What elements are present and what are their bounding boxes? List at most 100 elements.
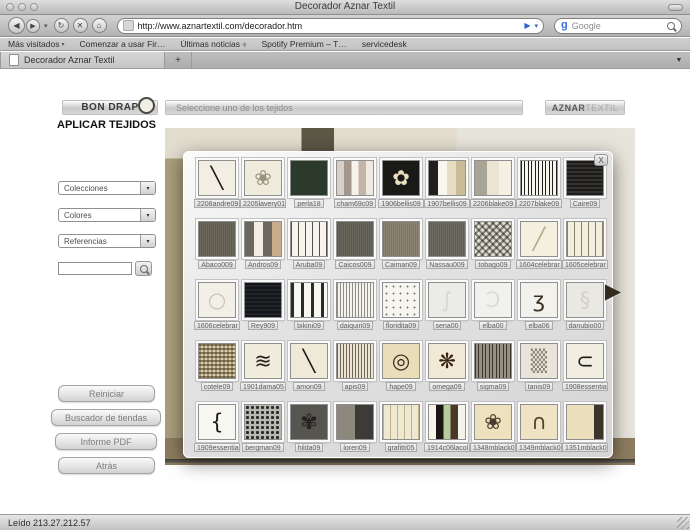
forward-button[interactable]: ▶ (26, 19, 40, 33)
swatch-thumbnail[interactable]: ▒ (520, 343, 558, 379)
buscador-de-tiendas-button[interactable]: Buscador de tiendas (51, 409, 161, 426)
swatch-thumbnail[interactable] (290, 282, 328, 318)
swatch-1351mblack0[interactable]: 1351mblack0 (562, 404, 608, 452)
swatch-Andros09[interactable]: Andros09 (240, 221, 286, 269)
swatch-thumbnail[interactable] (520, 160, 558, 196)
swatch-tobago09[interactable]: tobago09 (470, 221, 516, 269)
chevron-down-icon[interactable]: ▾ (140, 182, 155, 194)
swatch-thumbnail[interactable]: ✿ (382, 160, 420, 196)
swatch-1605celebrar[interactable]: 1605celebrar (562, 221, 608, 269)
swatch-1604celebrar[interactable]: ╱1604celebrar (516, 221, 562, 269)
swatch-Caiman09[interactable]: Caiman09 (378, 221, 424, 269)
swatch-thumbnail[interactable] (428, 404, 466, 440)
swatch-thumbnail[interactable]: ╲ (290, 343, 328, 379)
search-icon[interactable] (667, 22, 675, 30)
swatch-thumbnail[interactable]: ╲ (198, 160, 236, 196)
swatch-1606celebrar[interactable]: ○1606celebrar (194, 282, 240, 330)
swatch-thumbnail[interactable] (244, 282, 282, 318)
swatch-thumbnail[interactable]: ✾ (290, 404, 328, 440)
swatch-thumbnail[interactable] (290, 221, 328, 257)
search-button[interactable] (135, 261, 152, 276)
bookmark-comenzar[interactable]: Comenzar a usar Fir… (80, 39, 166, 49)
swatch-thumbnail[interactable] (474, 160, 512, 196)
swatch-thumbnail[interactable]: ❀ (244, 160, 282, 196)
swatch-thumbnail[interactable]: Ɔ (474, 282, 512, 318)
go-icon[interactable]: ▶ (524, 21, 530, 30)
swatch-1914c06lacol[interactable]: 1914c06lacol (424, 404, 470, 452)
swatch-thumbnail[interactable] (566, 404, 604, 440)
swatch-omega09[interactable]: ❋omega09 (424, 343, 470, 391)
swatch-2208andre09[interactable]: ╲2208andre09 (194, 160, 240, 208)
history-caret-icon[interactable]: ▾ (44, 22, 48, 30)
search-engine-label[interactable]: Google (572, 21, 663, 31)
toolbar-toggle-button[interactable] (668, 4, 683, 11)
swatch-Aruba09[interactable]: Aruba09 (286, 221, 332, 269)
search-bar[interactable]: g Google (554, 18, 682, 34)
resize-grip[interactable] (677, 517, 689, 529)
swatch-thumbnail[interactable]: ╱ (520, 221, 558, 257)
swatch-thumbnail[interactable] (474, 221, 512, 257)
url-dropdown-icon[interactable]: ▾ (534, 22, 538, 30)
swatch-sena00[interactable]: ∫sena00 (424, 282, 470, 330)
swatch-thumbnail[interactable] (198, 343, 236, 379)
swatch-1908essentia[interactable]: ⊂1908essentia (562, 343, 608, 391)
chevron-down-icon[interactable]: ▾ (140, 235, 155, 247)
swatch-cham69c09[interactable]: cham69c09 (332, 160, 378, 208)
bookmark-mas-visitados[interactable]: Más visitados▾ (8, 39, 65, 49)
swatch-danubio00[interactable]: §danubio00 (562, 282, 608, 330)
swatch-thumbnail[interactable]: ∫ (428, 282, 466, 318)
swatch-1348mblack0[interactable]: ❀1348mblack0 (470, 404, 516, 452)
url-bar[interactable]: http://www.aznartextil.com/decorador.htm… (117, 18, 544, 34)
swatch-Rey909[interactable]: Rey909 (240, 282, 286, 330)
new-tab-button[interactable]: + (165, 52, 192, 68)
swatch-thumbnail[interactable] (336, 221, 374, 257)
swatch-hape09[interactable]: ◎hape09 (378, 343, 424, 391)
list-all-tabs-icon[interactable]: ▼ (668, 52, 690, 68)
dropdown-colecciones[interactable]: Colecciones ▾ (58, 181, 156, 195)
swatch-thumbnail[interactable] (382, 282, 420, 318)
swatch-cotele09[interactable]: cotele09 (194, 343, 240, 391)
atras-button[interactable]: Atrás (58, 457, 155, 474)
next-page-icon[interactable]: ▶ (605, 279, 621, 304)
swatch-thumbnail[interactable]: ⊂ (566, 343, 604, 379)
swatch-thumbnail[interactable] (428, 221, 466, 257)
swatch-thumbnail[interactable]: ∩ (520, 404, 558, 440)
swatch-grafitti05[interactable]: grafitti05 (378, 404, 424, 452)
swatch-elba06[interactable]: ʒelba06 (516, 282, 562, 330)
swatch-2205lavery01[interactable]: ❀2205lavery01 (240, 160, 286, 208)
swatch-thumbnail[interactable]: § (566, 282, 604, 318)
swatch-thumbnail[interactable]: ◎ (382, 343, 420, 379)
swatch-thumbnail[interactable] (428, 160, 466, 196)
swatch-thumbnail[interactable]: ❋ (428, 343, 466, 379)
swatch-floridita09[interactable]: floridita09 (378, 282, 424, 330)
swatch-Caire09[interactable]: Caire09 (562, 160, 608, 208)
swatch-sigma09[interactable]: sigma09 (470, 343, 516, 391)
url-text[interactable]: http://www.aznartextil.com/decorador.htm (138, 21, 521, 31)
swatch-elba00[interactable]: Ɔelba00 (470, 282, 516, 330)
swatch-Caicos009[interactable]: Caicos009 (332, 221, 378, 269)
reiniciar-button[interactable]: Reiniciar (58, 385, 155, 402)
swatch-thumbnail[interactable] (290, 160, 328, 196)
swatch-1907bellis09[interactable]: 1907bellis09 (424, 160, 470, 208)
swatch-thumbnail[interactable]: { (198, 404, 236, 440)
swatch-bikini09[interactable]: bikini09 (286, 282, 332, 330)
swatch-thumbnail[interactable] (244, 221, 282, 257)
dropdown-referencias[interactable]: Referencias ▾ (58, 234, 156, 248)
swatch-thumbnail[interactable] (382, 404, 420, 440)
swatch-thumbnail[interactable]: ❀ (474, 404, 512, 440)
swatch-thumbnail[interactable] (198, 221, 236, 257)
swatch-thumbnail[interactable] (474, 343, 512, 379)
swatch-1349mblack0[interactable]: ∩1349mblack0 (516, 404, 562, 452)
swatch-loren09[interactable]: loren09 (332, 404, 378, 452)
swatch-thumbnail[interactable] (382, 221, 420, 257)
swatch-thumbnail[interactable] (336, 404, 374, 440)
swatch-tanis09[interactable]: ▒tanis09 (516, 343, 562, 391)
swatch-thumbnail[interactable]: ○ (198, 282, 236, 318)
reload-button[interactable]: ↻ (54, 18, 69, 33)
close-icon[interactable]: X (594, 154, 608, 166)
swatch-2206blake09[interactable]: 2206blake09 (470, 160, 516, 208)
swatch-1901dama05[interactable]: ≋1901dama05 (240, 343, 286, 391)
swatch-thumbnail[interactable] (244, 404, 282, 440)
chevron-down-icon[interactable]: ▾ (140, 209, 155, 221)
home-button[interactable]: ⌂ (92, 18, 107, 33)
